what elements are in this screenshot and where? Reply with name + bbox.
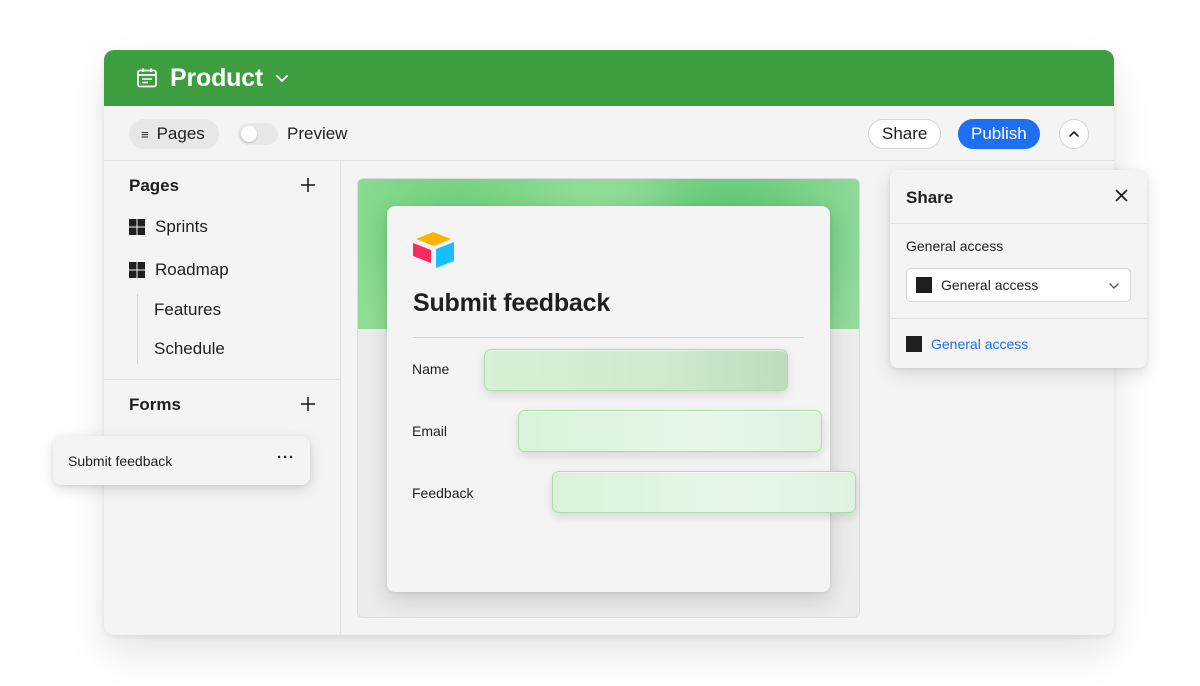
grid-icon — [129, 262, 145, 278]
close-icon[interactable] — [1115, 189, 1128, 202]
preview-toggle[interactable] — [238, 123, 278, 145]
forms-section-header: Forms — [129, 395, 181, 414]
share-panel-divider — [890, 223, 1147, 224]
sidebar: Pages Sprints Roadmap Features Schedule — [104, 161, 341, 635]
access-swatch-icon — [916, 277, 932, 293]
add-page-icon[interactable] — [300, 177, 316, 193]
pages-section-header: Pages — [129, 176, 180, 195]
form-title-divider — [413, 337, 804, 338]
publish-button[interactable]: Publish — [958, 119, 1040, 149]
share-panel-divider — [890, 318, 1147, 319]
airtable-logo-icon — [413, 232, 454, 268]
chevron-down-icon[interactable] — [275, 71, 289, 85]
field-label-feedback: Feedback — [412, 485, 474, 501]
general-access-value: General access — [941, 277, 1039, 293]
field-label-name: Name — [412, 361, 450, 377]
field-label-email: Email — [412, 423, 448, 439]
sidebar-item-label: Submit feedback — [68, 453, 173, 469]
form-preview-card: Submit feedback Name Email Feedback — [387, 206, 856, 592]
toolbar: ≡ Pages Preview Share Publish — [104, 106, 1114, 161]
chevron-up-icon — [1069, 131, 1079, 137]
title-bar: Product — [104, 50, 1114, 106]
pages-toggle-label: Pages — [156, 124, 205, 143]
calendar-icon — [137, 68, 157, 88]
general-access-label: General access — [906, 238, 1004, 254]
email-field[interactable] — [518, 410, 822, 452]
sidebar-item-label: Roadmap — [155, 260, 229, 279]
pages-toggle-button[interactable]: ≡ Pages — [129, 119, 219, 149]
sidebar-item-label: Sprints — [155, 217, 208, 236]
name-field[interactable] — [484, 349, 788, 391]
sidebar-divider — [104, 379, 341, 380]
grid-icon — [129, 219, 145, 235]
sidebar-item-submit-feedback[interactable]: Submit feedback ··· — [53, 436, 310, 485]
feedback-field[interactable] — [552, 471, 856, 513]
add-form-icon[interactable] — [300, 396, 316, 412]
tree-guide-line — [137, 294, 138, 364]
preview-label: Preview — [287, 124, 348, 143]
share-button[interactable]: Share — [868, 119, 942, 149]
general-access-link-label: General access — [931, 336, 1029, 352]
sidebar-item-roadmap[interactable]: Roadmap — [129, 260, 229, 280]
share-panel-title: Share — [906, 188, 954, 207]
chevron-down-icon — [1109, 283, 1119, 289]
sidebar-item-schedule[interactable]: Schedule — [154, 339, 225, 359]
general-access-link[interactable]: General access — [906, 336, 1028, 352]
toggle-knob — [241, 126, 257, 142]
share-panel: Share General access General access Gene… — [890, 170, 1147, 368]
more-options-icon[interactable]: ··· — [277, 449, 295, 466]
sidebar-item-features[interactable]: Features — [154, 300, 221, 320]
menu-icon: ≡ — [141, 126, 149, 142]
sidebar-item-sprints[interactable]: Sprints — [129, 217, 208, 237]
access-swatch-icon — [906, 336, 922, 352]
form-title: Submit feedback — [413, 289, 611, 317]
base-title[interactable]: Product — [170, 64, 263, 93]
collapse-button[interactable] — [1059, 119, 1089, 149]
general-access-select[interactable]: General access — [906, 268, 1131, 302]
